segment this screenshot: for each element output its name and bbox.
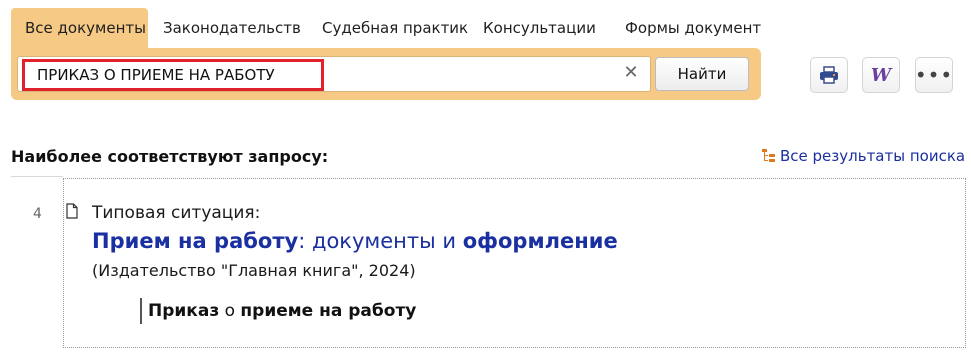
search-panel: ✕ Найти bbox=[11, 48, 761, 100]
tab-document-forms[interactable]: Формы документ bbox=[625, 8, 761, 48]
fragment-part-bold: приеме на работу bbox=[240, 301, 417, 321]
word-export-icon: W bbox=[870, 64, 892, 86]
result-number: 4 bbox=[33, 206, 42, 222]
close-icon[interactable]: ✕ bbox=[622, 64, 640, 82]
more-dots-icon: ••• bbox=[914, 63, 954, 87]
result-title-link[interactable]: Прием на работу: документы и оформление bbox=[92, 229, 618, 253]
all-results-label: Все результаты поиска bbox=[780, 147, 966, 165]
results-heading: Наиболее соответствуют запросу: bbox=[11, 147, 329, 166]
find-button[interactable]: Найти bbox=[655, 57, 749, 91]
result-fragment[interactable]: Приказ о приеме на работу bbox=[140, 298, 416, 324]
result-source: (Издательство "Главная книга", 2024) bbox=[92, 261, 416, 280]
search-input[interactable] bbox=[22, 59, 324, 91]
fragment-part-bold: Приказ bbox=[148, 301, 220, 321]
tab-court-practice[interactable]: Судебная практик bbox=[322, 8, 468, 48]
more-button[interactable]: ••• bbox=[915, 57, 953, 93]
tab-all-documents[interactable]: Все документы bbox=[11, 8, 148, 48]
divider bbox=[11, 176, 63, 177]
search-box: ✕ bbox=[17, 56, 651, 92]
title-part-bold: Прием на работу bbox=[92, 229, 299, 253]
document-icon bbox=[66, 203, 78, 219]
word-export-button[interactable]: W bbox=[862, 57, 900, 93]
tab-legislation[interactable]: Законодательств bbox=[163, 8, 301, 48]
title-part-bold: оформление bbox=[462, 229, 618, 253]
fragment-part: о bbox=[219, 301, 241, 321]
print-button[interactable] bbox=[810, 57, 848, 93]
result-kind: Типовая ситуация: bbox=[92, 203, 261, 223]
tab-consultations[interactable]: Консультации bbox=[483, 8, 596, 48]
printer-icon bbox=[820, 66, 838, 84]
title-part: : документы и bbox=[298, 229, 463, 253]
tree-list-icon bbox=[762, 149, 775, 162]
all-results-link[interactable]: Все результаты поиска bbox=[762, 147, 965, 165]
